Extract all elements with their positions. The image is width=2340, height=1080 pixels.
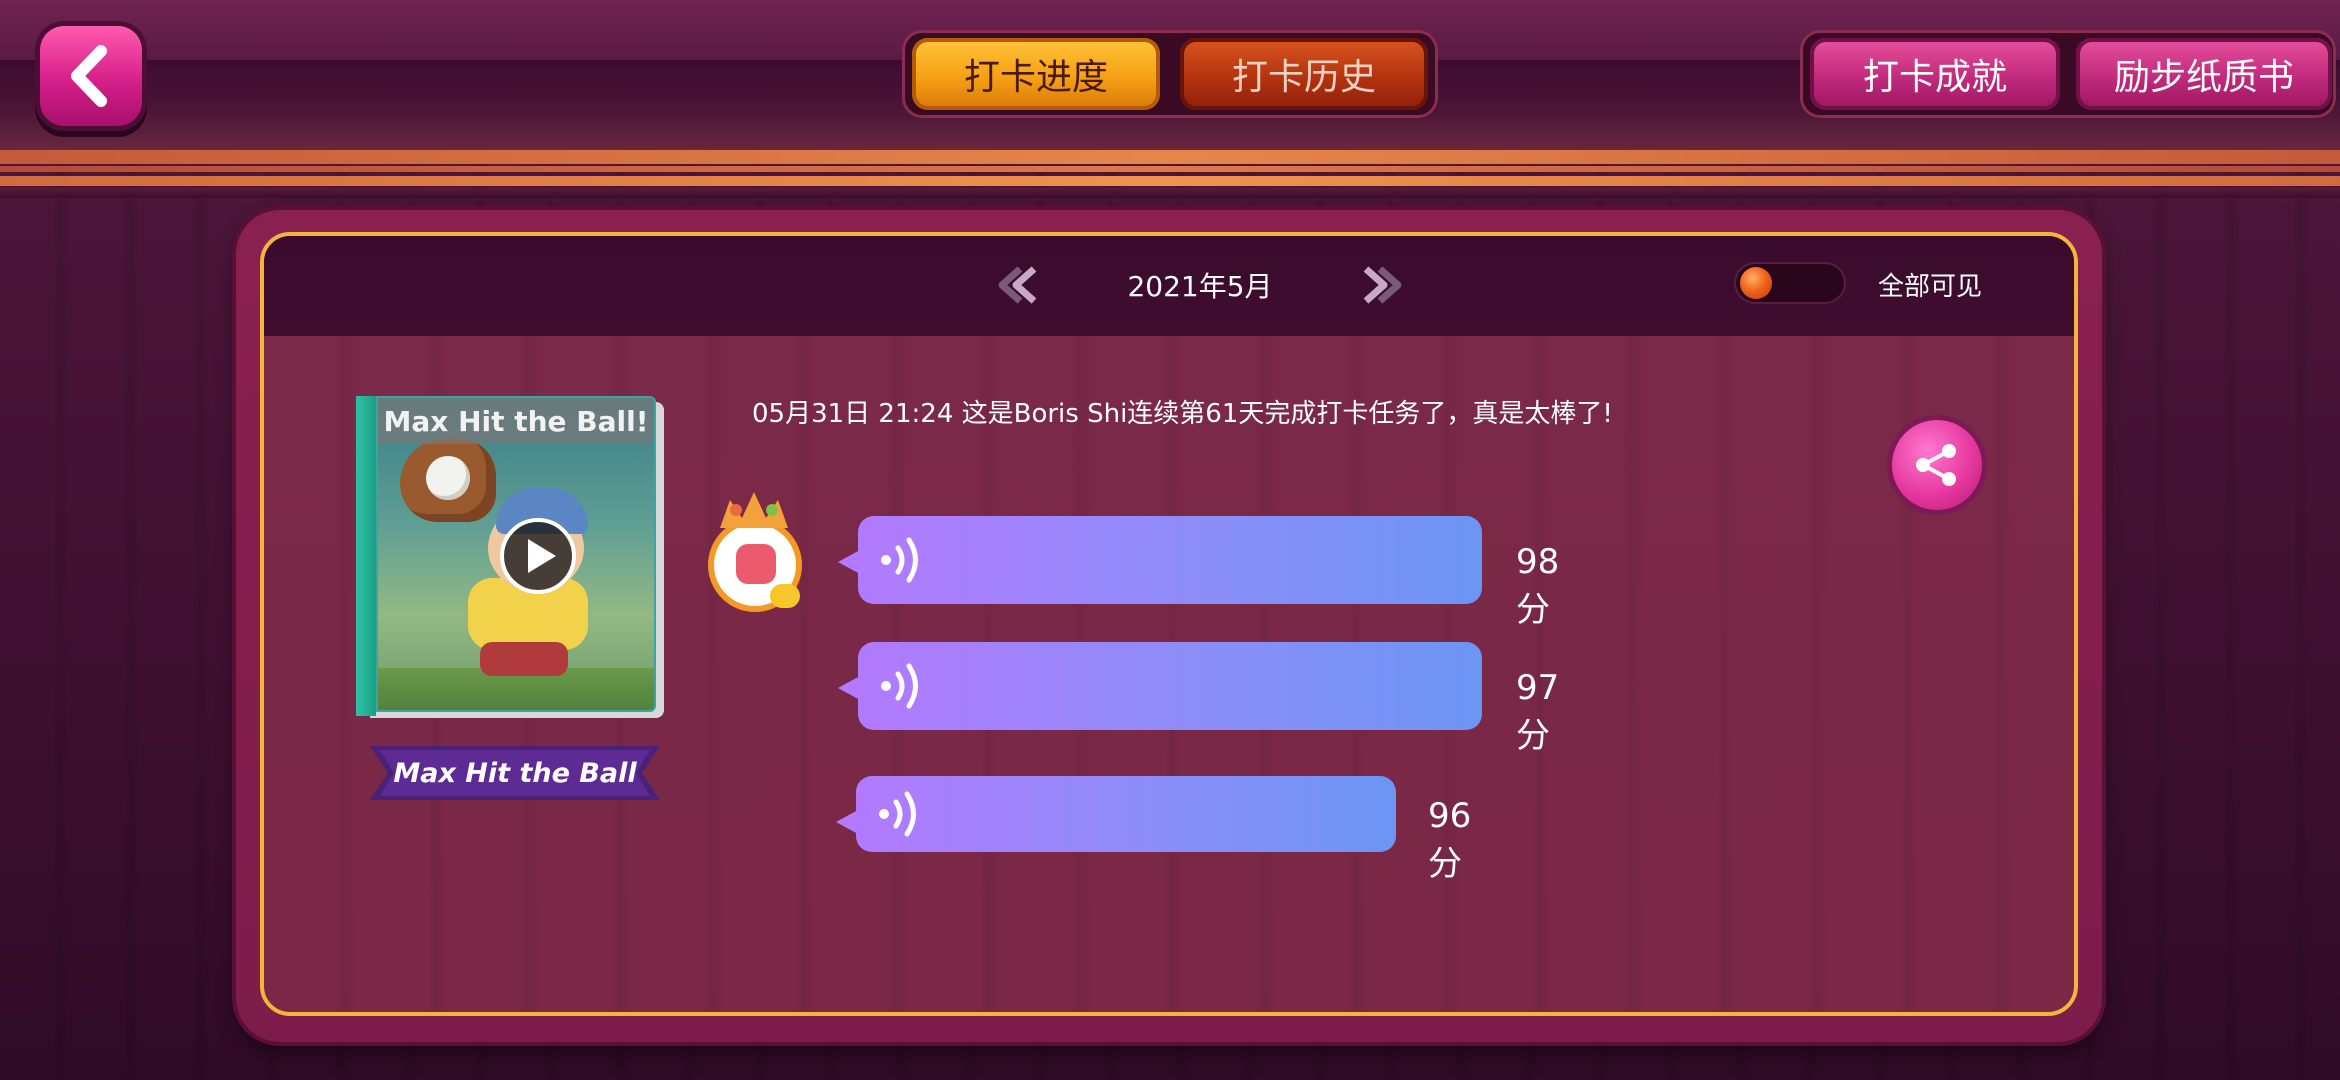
share-button[interactable] [1892, 420, 1982, 510]
user-avatar [702, 488, 806, 612]
visibility-label: 全部可见 [1878, 272, 1983, 302]
avatar-character [736, 544, 776, 584]
double-chevron-right-icon [1363, 266, 1402, 304]
decor-stripe [0, 166, 2340, 172]
play-button[interactable] [500, 518, 576, 594]
current-month: 2021年5月 [1127, 270, 1273, 303]
sound-wave-icon [879, 791, 916, 837]
sound-wave-icon [881, 663, 918, 709]
recording-row: 98分 [838, 516, 1559, 630]
audio-bubble[interactable] [838, 516, 1482, 604]
prev-month-button[interactable] [990, 257, 1046, 313]
book-cover-title: Max Hit the Ball! [378, 398, 654, 444]
back-button[interactable] [40, 26, 142, 126]
checkin-screen: 打卡进度 打卡历史 打卡成就 励步纸质书 2021年5月 全部可见 Max Hi… [0, 0, 2340, 1080]
recording-row: 97分 [838, 642, 1559, 756]
audio-bubble[interactable] [836, 776, 1396, 852]
book-spine [356, 396, 376, 716]
book-title: Max Hit the Ball [393, 757, 637, 789]
checkin-message: 05月31日 21:24 这是Boris Shi连续第61天完成打卡任务了，真是… [752, 399, 1613, 429]
tab-label: 打卡进度 [963, 57, 1108, 98]
right-button-group: 打卡成就 励步纸质书 [1800, 30, 2336, 118]
button-label: 打卡成就 [1862, 57, 2007, 98]
toggle-knob [1740, 267, 1772, 299]
recording-score: 98分 [1516, 542, 1560, 630]
next-month-button[interactable] [1354, 257, 1410, 313]
recording-score: 96分 [1428, 796, 1472, 884]
play-icon [528, 539, 556, 573]
book-title-ribbon: Max Hit the Ball [370, 736, 660, 810]
book-cover-art: Max Hit the Ball! [376, 396, 656, 712]
tab-checkin-progress[interactable]: 打卡进度 [912, 38, 1160, 110]
baseball [426, 456, 470, 500]
flower-crown-icon [720, 492, 788, 528]
share-icon [1916, 444, 1956, 486]
chevron-left-icon [71, 45, 107, 107]
tab-group: 打卡进度 打卡历史 [902, 30, 1438, 118]
month-navigator: 2021年5月 [990, 250, 1410, 320]
audio-bubble[interactable] [838, 642, 1482, 730]
visibility-toggle[interactable] [1734, 262, 1846, 304]
book-cover[interactable]: Max Hit the Ball! [356, 396, 664, 718]
checkin-panel: 2021年5月 全部可见 Max Hit the Ball! Max Hit t… [260, 232, 2078, 1016]
recording-row: 96分 [836, 776, 1471, 884]
achievements-button[interactable]: 打卡成就 [1810, 38, 2060, 110]
decor-stripe [0, 188, 2340, 198]
paper-book-button[interactable]: 励步纸质书 [2076, 38, 2332, 110]
tab-checkin-history[interactable]: 打卡历史 [1180, 38, 1428, 110]
button-label: 励步纸质书 [2113, 57, 2294, 98]
avatar-chick [770, 584, 800, 608]
double-chevron-left-icon [998, 266, 1037, 304]
tab-label: 打卡历史 [1231, 57, 1376, 98]
recording-score: 97分 [1516, 668, 1560, 756]
kid-legs [480, 642, 568, 676]
sound-wave-icon [881, 537, 918, 583]
decor-stripe [0, 176, 2340, 186]
decor-stripe [0, 150, 2340, 164]
